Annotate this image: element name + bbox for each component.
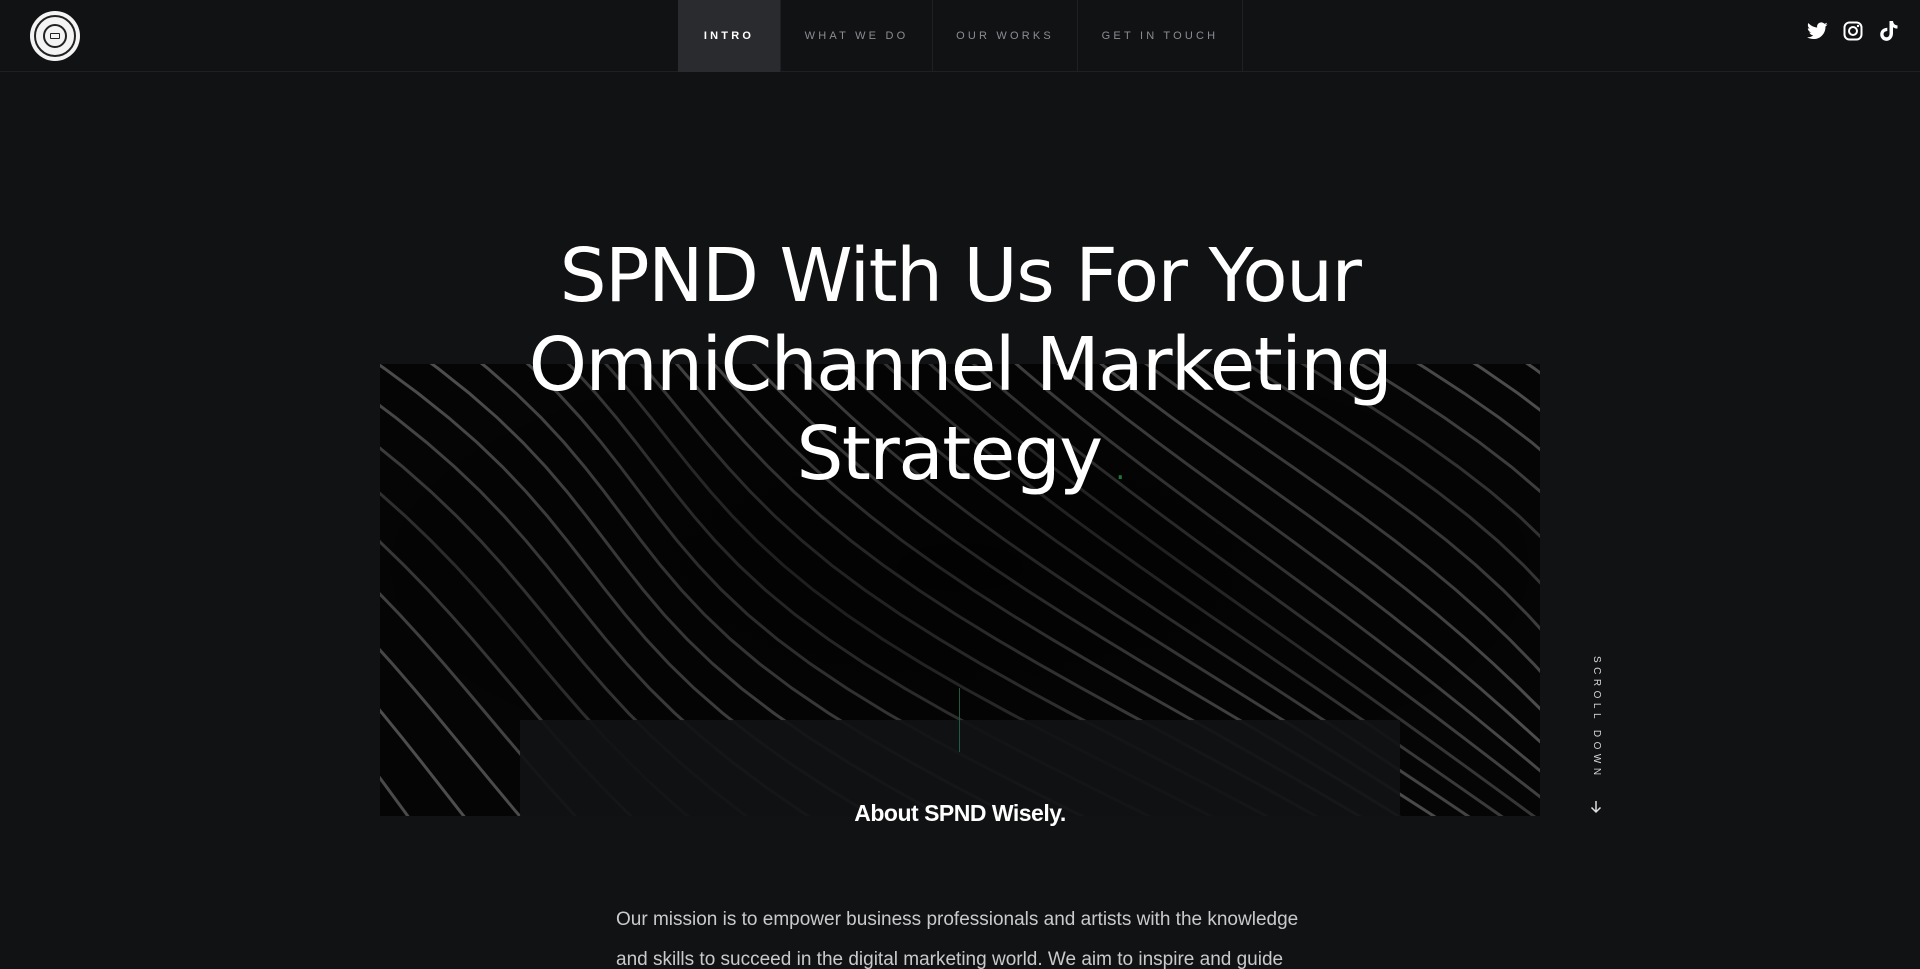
nav-item-get-in-touch[interactable]: GET IN TOUCH <box>1078 0 1243 72</box>
hero-title: SPND With Us For Your OmniChannel Market… <box>460 232 1460 514</box>
about-text: Our mission is to empower business profe… <box>616 909 1299 969</box>
logo-seal-icon <box>34 15 76 57</box>
about-section: About SPND Wisely. Our mission is to emp… <box>520 720 1400 969</box>
about-title: About SPND Wisely. <box>854 800 1066 826</box>
instagram-icon[interactable] <box>1842 20 1864 42</box>
hero-title-line3: Strategy <box>796 411 1103 497</box>
arrow-down-icon <box>1590 801 1602 814</box>
page: INTRO WHAT WE DO OUR WORKS GET IN TOUCH <box>0 0 1920 969</box>
nav-item-intro[interactable]: INTRO <box>678 0 781 72</box>
scroll-down-label: SCROLL DOWN <box>1591 656 1602 780</box>
logo[interactable] <box>30 11 80 61</box>
hero-title-line1: SPND With Us For Your <box>559 233 1362 319</box>
accent-dot: . <box>1115 452 1126 487</box>
twitter-icon[interactable] <box>1806 20 1828 42</box>
nav-item-what-we-do[interactable]: WHAT WE DO <box>781 0 933 72</box>
social-links <box>1806 20 1900 42</box>
hero-title-line2: OmniChannel Marketing <box>528 322 1393 408</box>
tiktok-icon[interactable] <box>1878 20 1900 42</box>
scroll-down-link[interactable]: SCROLL DOWN <box>1586 656 1606 816</box>
main-nav: INTRO WHAT WE DO OUR WORKS GET IN TOUCH <box>678 0 1243 72</box>
vertical-divider <box>959 688 960 752</box>
site-header: INTRO WHAT WE DO OUR WORKS GET IN TOUCH <box>0 0 1920 72</box>
nav-item-our-works[interactable]: OUR WORKS <box>933 0 1078 72</box>
